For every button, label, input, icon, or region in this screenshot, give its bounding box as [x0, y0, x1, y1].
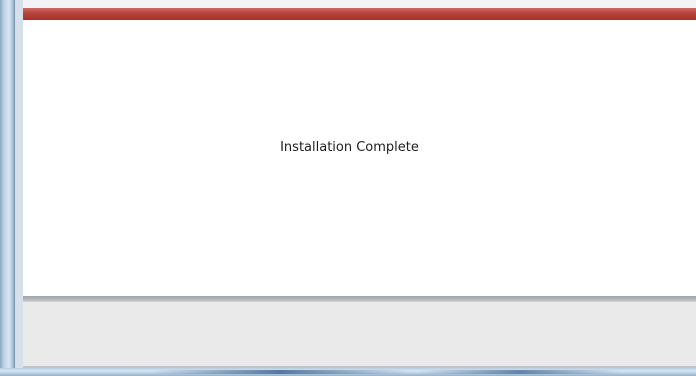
- dialog-top-strip: [23, 0, 696, 8]
- title-bar-accent: [23, 8, 696, 20]
- window-frame-shine: [150, 370, 410, 374]
- installation-status-message: Installation Complete: [280, 139, 419, 155]
- window-frame-shine: [420, 370, 620, 374]
- window-frame-left: [0, 0, 15, 374]
- dialog-footer: [23, 302, 696, 368]
- dialog-content: Installation Complete: [23, 20, 696, 296]
- installer-window: Installation Complete: [0, 0, 696, 376]
- installer-dialog: Installation Complete: [15, 0, 696, 368]
